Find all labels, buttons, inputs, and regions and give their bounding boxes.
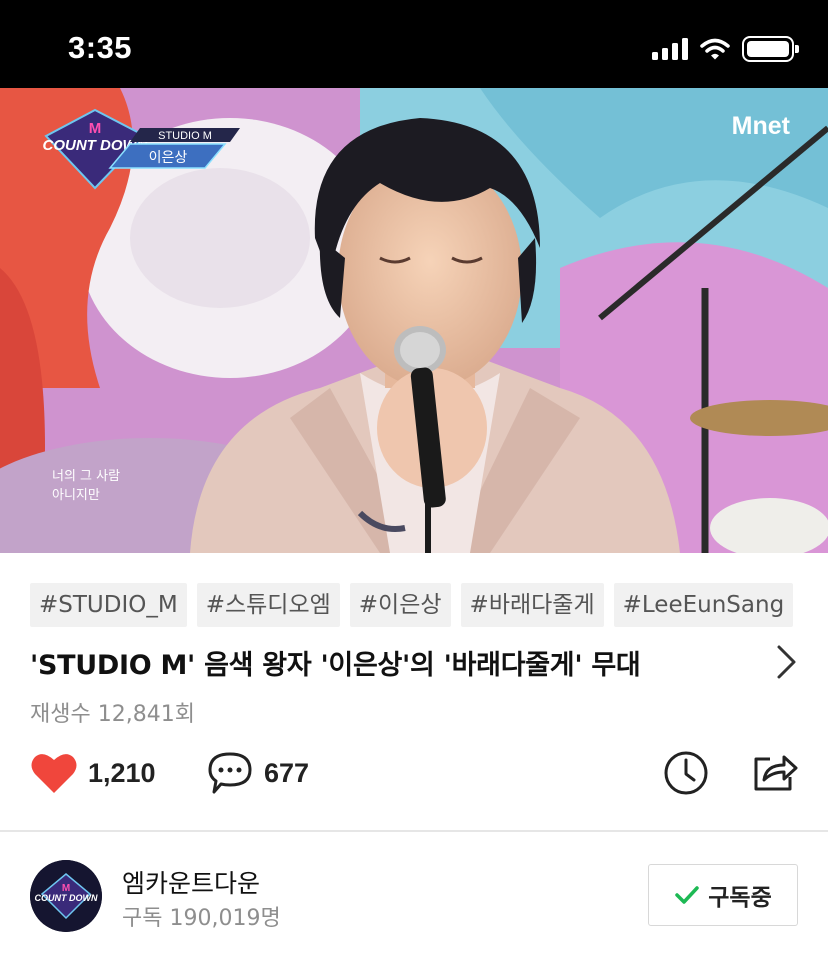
subscribe-button[interactable]: 구독중 bbox=[648, 864, 798, 926]
divider bbox=[0, 830, 828, 832]
lyrics-line-2: 아니지만 bbox=[52, 488, 100, 503]
hashtag[interactable]: #LeeEunSang bbox=[613, 583, 794, 627]
svg-text:M: M bbox=[89, 120, 102, 137]
broadcaster-logo: Mnet bbox=[732, 112, 791, 140]
channel-avatar[interactable]: M COUNT DOWN bbox=[30, 860, 102, 932]
share-icon[interactable] bbox=[750, 747, 800, 795]
chevron-right-icon[interactable] bbox=[774, 642, 800, 682]
status-icons bbox=[652, 36, 799, 62]
lyrics-line-1: 너의 그 사람 bbox=[52, 469, 120, 484]
like-button[interactable]: 1,210 bbox=[30, 745, 156, 801]
channel-name[interactable]: 엠카운트다운 bbox=[122, 864, 260, 900]
video-title: 'STUDIO M' 음색 왕자 '이은상'의 '바래다줄게' 무대 bbox=[30, 649, 641, 681]
avatar-logo-text: COUNT DOWN bbox=[35, 893, 98, 903]
hashtag[interactable]: #이은상 bbox=[349, 583, 451, 627]
subscribe-label: 구독중 bbox=[708, 885, 772, 911]
hashtag[interactable]: #바래다줄게 bbox=[460, 583, 604, 627]
hashtag[interactable]: #스튜디오엠 bbox=[196, 583, 340, 627]
status-time: 3:35 bbox=[68, 30, 133, 65]
comment-count: 677 bbox=[264, 757, 310, 788]
wifi-icon bbox=[700, 38, 730, 60]
badge-segment: STUDIO M bbox=[158, 130, 212, 142]
heart-icon bbox=[31, 754, 77, 793]
badge-artist: 이은상 bbox=[149, 150, 188, 166]
video-player[interactable]: M COUNT DOWN STUDIO M 이은상 Mnet 너의 그 사람 아… bbox=[0, 88, 828, 553]
view-count: 재생수 12,841회 bbox=[30, 702, 195, 727]
comment-icon bbox=[208, 752, 252, 794]
hashtag-list: #STUDIO_M #스튜디오엠 #이은상 #바래다줄게 #LeeEunSang bbox=[30, 583, 828, 629]
hashtag[interactable]: #STUDIO_M bbox=[30, 583, 187, 627]
signal-icon bbox=[652, 38, 688, 60]
channel-row: M COUNT DOWN 엠카운트다운 구독 190,019명 구독중 bbox=[30, 860, 800, 932]
like-count: 1,210 bbox=[88, 757, 156, 788]
subscriber-count: 구독 190,019명 bbox=[122, 906, 281, 931]
clock-icon[interactable] bbox=[662, 749, 710, 797]
action-bar: 1,210 677 bbox=[30, 745, 800, 801]
comment-button[interactable]: 677 bbox=[206, 745, 309, 801]
battery-icon bbox=[742, 36, 799, 62]
status-bar: 3:35 bbox=[0, 0, 828, 88]
video-title-row[interactable]: 'STUDIO M' 음색 왕자 '이은상'의 '바래다줄게' 무대 bbox=[30, 640, 800, 684]
check-icon bbox=[675, 886, 699, 904]
